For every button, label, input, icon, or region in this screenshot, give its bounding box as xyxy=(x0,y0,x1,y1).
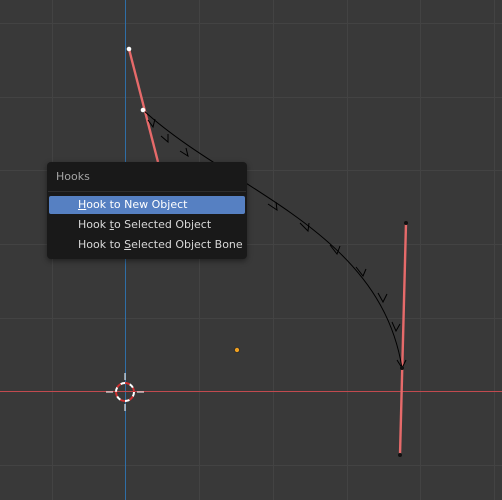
control-point xyxy=(126,46,132,52)
menu-item-label-end: elected Object Bone xyxy=(131,238,243,251)
menu-item-hook-to-selected-object-bone[interactable]: Hook to Selected Object Bone xyxy=(49,236,245,254)
menu-item-label-end: ook to New Object xyxy=(86,198,188,211)
curve-handle-left xyxy=(127,48,160,163)
menu-item-hook-to-new-object[interactable]: Hook to New Object xyxy=(49,196,245,214)
menu-item-label-end: o Selected Object xyxy=(113,218,212,231)
object-origin-dot xyxy=(234,347,240,353)
menu-item-hook-to-selected-object[interactable]: Hook to Selected Object xyxy=(49,216,245,234)
menu-title: Hooks xyxy=(56,170,90,183)
menu-item-label-start: Hook to xyxy=(78,238,125,251)
control-point xyxy=(404,221,408,225)
control-point xyxy=(398,453,402,457)
curve-handle-right xyxy=(398,222,408,456)
menu-separator xyxy=(48,191,246,192)
3d-viewport[interactable]: Hooks Hook to New Object Hook to Selecte… xyxy=(0,0,502,500)
menu-item-label-start: Hook xyxy=(78,218,110,231)
control-point xyxy=(140,107,146,113)
control-point xyxy=(400,366,404,370)
hooks-menu: Hooks Hook to New Object Hook to Selecte… xyxy=(47,162,247,259)
